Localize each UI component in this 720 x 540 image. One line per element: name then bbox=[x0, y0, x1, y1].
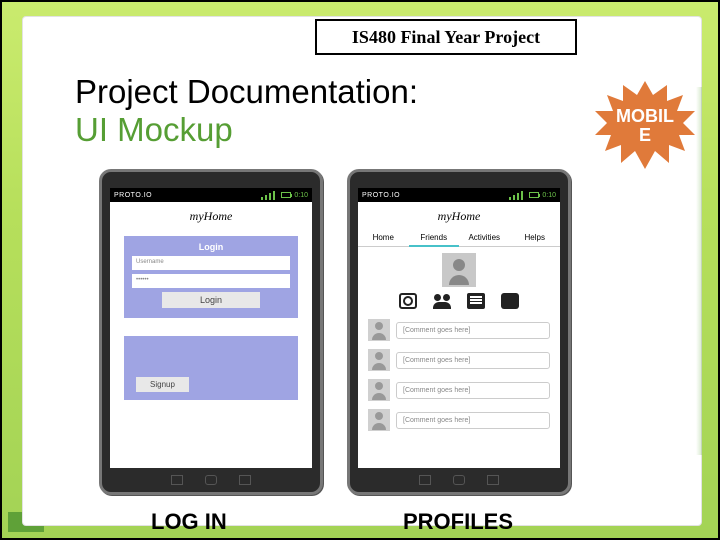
statusbar-brand: PROTO.IO bbox=[362, 192, 400, 199]
login-header: Login bbox=[132, 242, 290, 252]
caption-login: LOG IN bbox=[151, 509, 227, 535]
signup-panel: Signup bbox=[124, 336, 298, 400]
battery-icon bbox=[529, 192, 539, 198]
tablet-profiles: PROTO.IO 0:10 myHome Home Friends Activi… bbox=[347, 169, 571, 495]
badge-line2: E bbox=[639, 125, 651, 145]
username-field[interactable]: Username bbox=[132, 256, 290, 270]
note-icon[interactable] bbox=[467, 293, 485, 309]
login-button[interactable]: Login bbox=[162, 292, 260, 308]
badge-label: MOBIL E bbox=[595, 81, 695, 171]
android-nav bbox=[110, 472, 312, 488]
chat-icon[interactable] bbox=[501, 293, 519, 309]
list-item: [Comment goes here] bbox=[358, 375, 560, 405]
badge-line1: MOBIL bbox=[616, 106, 674, 126]
recent-icon[interactable] bbox=[239, 475, 251, 485]
app-title: myHome bbox=[110, 202, 312, 230]
avatar-icon bbox=[368, 319, 390, 341]
home-icon[interactable] bbox=[205, 475, 217, 485]
recent-icon[interactable] bbox=[487, 475, 499, 485]
password-field[interactable]: •••••• bbox=[132, 274, 290, 288]
tab-row: Home Friends Activities Helps bbox=[358, 230, 560, 247]
headline-line2: UI Mockup bbox=[75, 111, 418, 149]
login-panel: Login Username •••••• Login bbox=[124, 236, 298, 318]
statusbar-time: 0:10 bbox=[542, 192, 556, 199]
headline-line1: Project Documentation: bbox=[75, 73, 418, 111]
slide-content: IS480 Final Year Project Project Documen… bbox=[22, 16, 702, 526]
header-text: IS480 Final Year Project bbox=[352, 27, 540, 48]
comment-text: [Comment goes here] bbox=[396, 382, 550, 399]
screen-profiles: PROTO.IO 0:10 myHome Home Friends Activi… bbox=[358, 188, 560, 468]
camera-icon[interactable] bbox=[399, 293, 417, 309]
comment-text: [Comment goes here] bbox=[396, 322, 550, 339]
signal-icon bbox=[509, 191, 523, 200]
list-item: [Comment goes here] bbox=[358, 315, 560, 345]
tab-friends[interactable]: Friends bbox=[409, 230, 460, 247]
screen-login: PROTO.IO 0:10 myHome Login Username ••••… bbox=[110, 188, 312, 468]
tablet-login: PROTO.IO 0:10 myHome Login Username ••••… bbox=[99, 169, 323, 495]
home-icon[interactable] bbox=[453, 475, 465, 485]
battery-icon bbox=[281, 192, 291, 198]
statusbar-time: 0:10 bbox=[294, 192, 308, 199]
caption-profiles: PROFILES bbox=[403, 509, 513, 535]
android-nav bbox=[358, 472, 560, 488]
statusbar-brand: PROTO.IO bbox=[114, 192, 152, 199]
comment-text: [Comment goes here] bbox=[396, 352, 550, 369]
app-title: myHome bbox=[358, 202, 560, 230]
signal-icon bbox=[261, 191, 275, 200]
avatar-icon bbox=[368, 409, 390, 431]
profile-avatar-area bbox=[358, 247, 560, 291]
statusbar: PROTO.IO 0:10 bbox=[358, 188, 560, 202]
header-box: IS480 Final Year Project bbox=[315, 19, 577, 55]
avatar-icon bbox=[368, 379, 390, 401]
mobile-badge: MOBIL E bbox=[595, 81, 695, 171]
signup-button[interactable]: Signup bbox=[136, 377, 189, 392]
tab-helps[interactable]: Helps bbox=[510, 230, 561, 246]
tab-home[interactable]: Home bbox=[358, 230, 409, 246]
people-icon[interactable] bbox=[433, 293, 451, 309]
statusbar: PROTO.IO 0:10 bbox=[110, 188, 312, 202]
list-item: [Comment goes here] bbox=[358, 345, 560, 375]
slide-canvas: IS480 Final Year Project Project Documen… bbox=[0, 0, 720, 540]
action-icons bbox=[358, 291, 560, 315]
comment-text: [Comment goes here] bbox=[396, 412, 550, 429]
avatar[interactable] bbox=[442, 253, 476, 287]
page-title: Project Documentation: UI Mockup bbox=[75, 73, 418, 149]
avatar-icon bbox=[368, 349, 390, 371]
back-icon[interactable] bbox=[419, 475, 431, 485]
tab-activities[interactable]: Activities bbox=[459, 230, 510, 246]
back-icon[interactable] bbox=[171, 475, 183, 485]
list-item: [Comment goes here] bbox=[358, 405, 560, 435]
